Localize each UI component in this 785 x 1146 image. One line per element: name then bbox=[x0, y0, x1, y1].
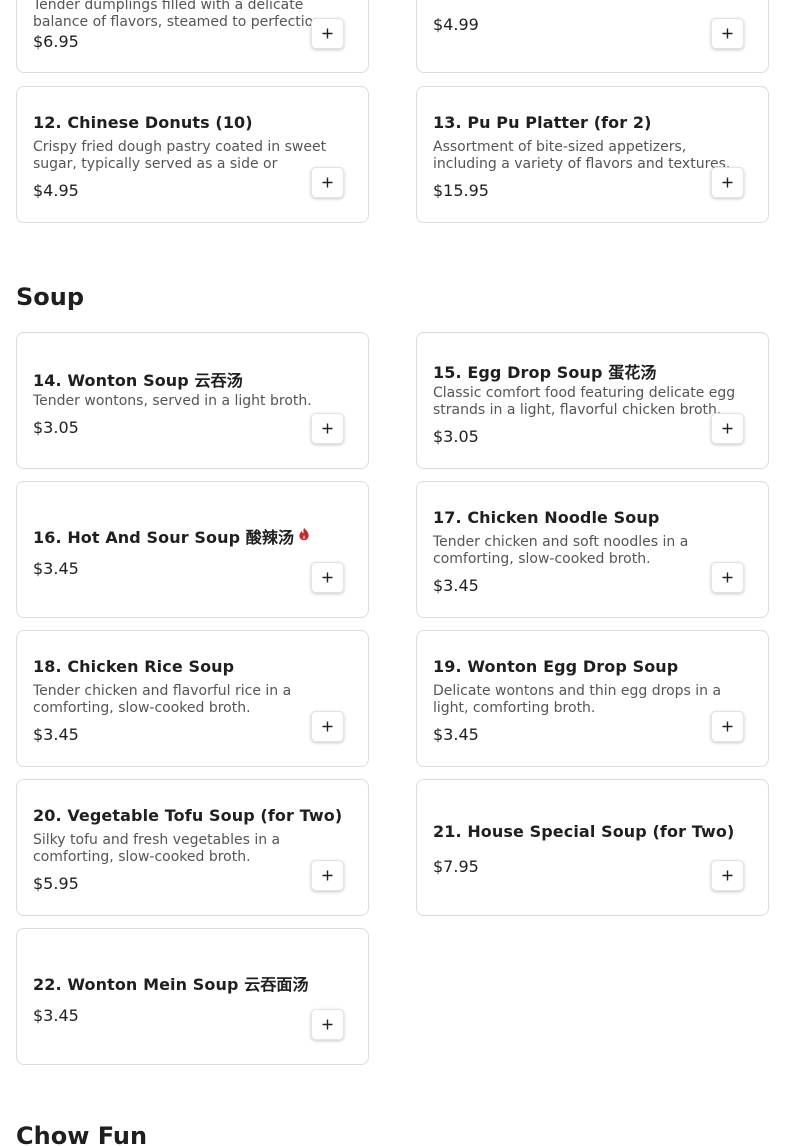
item-price: $3.45 bbox=[33, 559, 79, 578]
menu-item-card[interactable]: 14. Wonton Soup 云吞汤 Tender wontons, serv… bbox=[16, 332, 369, 469]
item-name: 20. Vegetable Tofu Soup (for Two) bbox=[33, 806, 343, 825]
item-description: Tender dumplings filled with a delicate … bbox=[33, 0, 327, 30]
section-title-soup: Soup bbox=[16, 283, 85, 311]
add-to-cart-button[interactable] bbox=[311, 413, 344, 444]
item-price: $3.45 bbox=[33, 1006, 79, 1025]
plus-icon bbox=[322, 28, 333, 39]
item-name: 15. Egg Drop Soup 蛋花汤 bbox=[433, 363, 657, 382]
plus-icon bbox=[322, 423, 333, 434]
menu-item-card[interactable]: 16. Hot And Sour Soup 酸辣汤 $3.45 bbox=[16, 481, 369, 618]
menu-item-card[interactable]: $4.99 bbox=[416, 0, 769, 73]
menu-item-card[interactable]: Tender dumplings filled with a delicate … bbox=[16, 0, 369, 73]
add-to-cart-button[interactable] bbox=[711, 413, 744, 444]
item-description: Tender chicken and soft noodles in a com… bbox=[433, 534, 689, 567]
menu-item-card[interactable]: 15. Egg Drop Soup 蛋花汤 Classic comfort fo… bbox=[416, 332, 769, 469]
item-price: $3.05 bbox=[433, 427, 479, 446]
add-to-cart-button[interactable] bbox=[311, 1009, 344, 1040]
plus-icon bbox=[722, 721, 733, 732]
item-name: 19. Wonton Egg Drop Soup bbox=[433, 657, 679, 676]
menu-item-card[interactable]: 17. Chicken Noodle Soup Tender chicken a… bbox=[416, 481, 769, 618]
menu-item-card[interactable]: 22. Wonton Mein Soup 云吞面汤 $3.45 bbox=[16, 928, 369, 1065]
add-to-cart-button[interactable] bbox=[311, 167, 344, 198]
item-name: 18. Chicken Rice Soup bbox=[33, 657, 235, 676]
plus-icon bbox=[722, 177, 733, 188]
add-to-cart-button[interactable] bbox=[711, 860, 744, 891]
item-description: Delicate wontons and thin egg drops in a… bbox=[433, 683, 722, 716]
menu-item-card[interactable]: 13. Pu Pu Platter (for 2) Assortment of … bbox=[416, 86, 769, 223]
item-price: $6.95 bbox=[33, 32, 79, 51]
item-description: Assortment of bite-sized appetizers, inc… bbox=[433, 139, 731, 172]
item-description: Crispy fried dough pastry coated in swee… bbox=[33, 139, 327, 172]
item-price: $3.45 bbox=[33, 725, 79, 744]
item-price: $4.99 bbox=[433, 15, 479, 34]
add-to-cart-button[interactable] bbox=[311, 18, 344, 49]
item-name: 22. Wonton Mein Soup 云吞面汤 bbox=[33, 975, 309, 994]
item-name: 13. Pu Pu Platter (for 2) bbox=[433, 113, 652, 132]
menu-item-card[interactable]: 18. Chicken Rice Soup Tender chicken and… bbox=[16, 630, 369, 767]
item-price: $5.95 bbox=[33, 874, 79, 893]
item-description: Classic comfort food featuring delicate … bbox=[433, 385, 736, 418]
item-name: 17. Chicken Noodle Soup bbox=[433, 508, 660, 527]
add-to-cart-button[interactable] bbox=[311, 711, 344, 742]
item-price: $15.95 bbox=[433, 181, 489, 200]
plus-icon bbox=[722, 28, 733, 39]
add-to-cart-button[interactable] bbox=[311, 860, 344, 891]
add-to-cart-button[interactable] bbox=[311, 562, 344, 593]
chili-pepper-icon bbox=[298, 526, 310, 545]
menu-page: Tender dumplings filled with a delicate … bbox=[0, 0, 785, 1146]
plus-icon bbox=[722, 423, 733, 434]
item-name: 12. Chinese Donuts (10) bbox=[33, 113, 253, 132]
item-price: $3.45 bbox=[433, 576, 479, 595]
item-description: Tender chicken and flavorful rice in a c… bbox=[33, 683, 292, 716]
plus-icon bbox=[322, 870, 333, 881]
plus-icon bbox=[322, 177, 333, 188]
item-name: 16. Hot And Sour Soup 酸辣汤 bbox=[33, 524, 310, 548]
item-price: $3.45 bbox=[433, 725, 479, 744]
add-to-cart-button[interactable] bbox=[711, 562, 744, 593]
plus-icon bbox=[322, 1019, 333, 1030]
item-price: $4.95 bbox=[33, 181, 79, 200]
add-to-cart-button[interactable] bbox=[711, 711, 744, 742]
item-description: Silky tofu and fresh vegetables in a com… bbox=[33, 832, 281, 865]
menu-item-card[interactable]: 12. Chinese Donuts (10) Crispy fried dou… bbox=[16, 86, 369, 223]
menu-item-card[interactable]: 19. Wonton Egg Drop Soup Delicate wonton… bbox=[416, 630, 769, 767]
section-title-chow-fun: Chow Fun bbox=[16, 1122, 148, 1146]
item-description: Tender wontons, served in a light broth. bbox=[33, 393, 312, 409]
plus-icon bbox=[322, 572, 333, 583]
add-to-cart-button[interactable] bbox=[711, 18, 744, 49]
item-name: 21. House Special Soup (for Two) bbox=[433, 822, 735, 841]
item-price: $7.95 bbox=[433, 857, 479, 876]
item-name-text: 16. Hot And Sour Soup 酸辣汤 bbox=[33, 528, 295, 547]
menu-item-card[interactable]: 21. House Special Soup (for Two) $7.95 bbox=[416, 779, 769, 916]
item-price: $3.05 bbox=[33, 418, 79, 437]
add-to-cart-button[interactable] bbox=[711, 167, 744, 198]
plus-icon bbox=[722, 870, 733, 881]
item-name: 14. Wonton Soup 云吞汤 bbox=[33, 371, 243, 390]
plus-icon bbox=[322, 721, 333, 732]
plus-icon bbox=[722, 572, 733, 583]
menu-item-card[interactable]: 20. Vegetable Tofu Soup (for Two) Silky … bbox=[16, 779, 369, 916]
